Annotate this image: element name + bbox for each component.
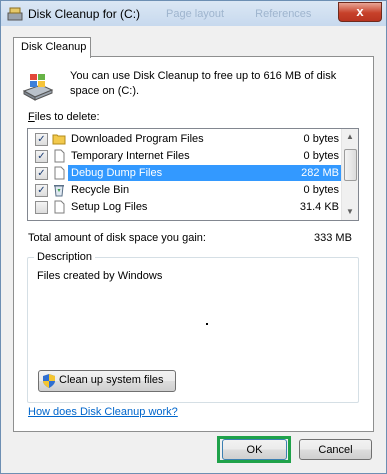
list-scrollbar[interactable]: ▲ ▼ [341,129,358,220]
disk-cleanup-icon [7,7,23,21]
list-item-selected[interactable]: ✓ Debug Dump Files 282 MB [28,165,341,181]
file-name: Recycle Bin [71,184,130,196]
file-name: Downloaded Program Files [71,133,204,145]
file-name: Debug Dump Files [69,166,303,181]
checkbox[interactable]: ✓ [35,133,48,146]
list-item[interactable]: ✓ Temporary Internet Files 0 bytes [28,148,341,164]
checkbox[interactable]: ✓ [35,150,48,163]
document-icon [54,149,65,163]
close-icon: x [356,4,364,19]
description-caption: Description [34,251,96,263]
window-title: Disk Cleanup for (C:) [28,7,141,21]
background-tab: Page layout [166,8,225,20]
scroll-down-arrow-icon[interactable]: ▼ [342,204,358,220]
file-name: Temporary Internet Files [71,150,190,162]
disk-cleanup-large-icon [22,74,54,101]
tab-label: Disk Cleanup [21,41,87,53]
list-item[interactable]: Setup Log Files 31.4 KB [28,199,341,215]
total-space-label: Total amount of disk space you gain: [28,232,206,244]
list-item[interactable]: ✓ Downloaded Program Files 0 bytes [28,131,341,147]
intro-text: You can use Disk Cleanup to free up to 6… [70,70,337,97]
scroll-up-arrow-icon[interactable]: ▲ [342,129,358,145]
how-it-works-link[interactable]: How does Disk Cleanup work? [28,406,178,418]
document-icon [54,166,65,180]
files-label-accelerator: F [28,111,35,123]
list-item[interactable]: ✓ Recycle Bin 0 bytes [28,182,341,198]
total-space-value: 333 MB [314,232,352,244]
clean-up-system-files-button[interactable]: Clean up system files [38,370,176,392]
ok-button[interactable]: OK [222,439,287,460]
title-bar[interactable]: Disk Cleanup for (C:) Page layout Refere… [1,1,386,26]
document-icon [54,200,65,214]
file-size: 0 bytes [303,133,339,145]
uac-shield-icon [43,374,55,388]
checkbox[interactable] [35,201,48,214]
file-size: 0 bytes [303,150,339,162]
background-tab: References [255,8,312,20]
disk-cleanup-window: Disk Cleanup for (C:) Page layout Refere… [0,0,387,474]
scroll-thumb[interactable] [344,149,357,181]
recycle-bin-icon [54,185,64,197]
file-size: 0 bytes [303,184,339,196]
background-ribbon-tabs: Page layout References [166,8,339,20]
clean-up-system-files-label: Clean up system files [59,374,164,386]
close-button[interactable]: x [338,2,382,22]
checkbox[interactable]: ✓ [35,184,48,197]
description-text: Files created by Windows [37,270,163,282]
files-to-delete-list[interactable]: ✓ Downloaded Program Files 0 bytes ✓ Tem… [27,128,359,221]
cursor-dot [206,323,208,325]
files-label-rest: iles to delete: [34,111,100,123]
file-name: Setup Log Files [71,201,148,213]
tab-disk-cleanup[interactable]: Disk Cleanup [13,37,91,58]
file-size: 31.4 KB [299,201,339,213]
files-to-delete-label: Files to delete: [28,111,100,123]
cancel-button[interactable]: Cancel [299,439,372,460]
folder-icon [52,134,66,145]
checkbox[interactable]: ✓ [35,167,48,180]
file-size: 282 MB [295,166,341,181]
